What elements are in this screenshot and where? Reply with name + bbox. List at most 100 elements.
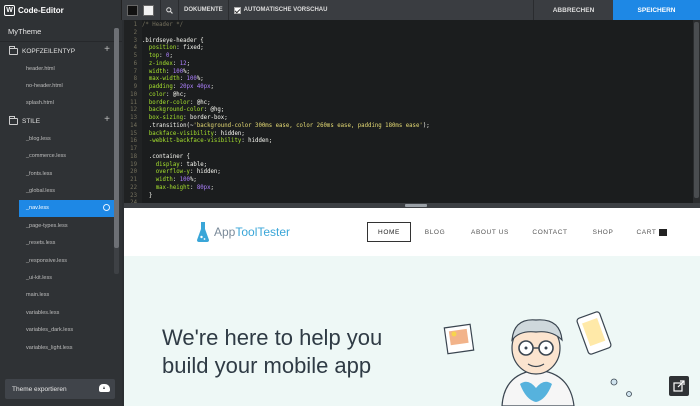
code-line[interactable]: 4 position: fixed; xyxy=(124,45,693,53)
sidebar-file-item[interactable]: variables_light.less xyxy=(0,339,122,356)
code-line[interactable]: 19 display: table; xyxy=(124,162,693,170)
add-file-icon[interactable]: + xyxy=(104,45,110,55)
sidebar-file-item[interactable]: no-header.html xyxy=(0,77,122,94)
code-line[interactable]: 16 -webkit-backface-visibility: hidden; xyxy=(124,138,693,146)
preview-nav-about[interactable]: ABOUT US xyxy=(467,222,513,242)
sidebar-section-1[interactable]: STILE + xyxy=(0,112,122,130)
code-editor[interactable]: 1/* Header */2 3 .birdseye-header {4 posit… xyxy=(124,20,693,203)
line-number: 22 xyxy=(130,184,137,191)
line-number: 18 xyxy=(130,153,137,160)
line-number: 14 xyxy=(130,122,137,129)
sidebar-file-item[interactable]: splash.html xyxy=(0,95,122,112)
sidebar-file-item[interactable]: _page-types.less xyxy=(0,217,122,234)
sidebar-section-label: STILE xyxy=(22,117,41,125)
preview-nav-shop[interactable]: SHOP xyxy=(588,222,618,242)
line-number: 8 xyxy=(133,76,137,83)
code-line[interactable]: 22 max-height: 80px; xyxy=(124,185,693,193)
sidebar-file-label: header.html xyxy=(26,65,55,72)
search-button[interactable] xyxy=(160,0,178,20)
brand: W Code-Editor xyxy=(0,0,122,20)
sidebar-file-label: splash.html xyxy=(26,100,54,107)
sidebar-scrollbar-thumb[interactable] xyxy=(114,28,119,248)
line-number: 3 xyxy=(133,37,137,44)
code-line[interactable]: 20 overflow-y: hidden; xyxy=(124,169,693,177)
sidebar-file-item[interactable]: main.less xyxy=(0,287,122,304)
sidebar-file-label: _blog.less xyxy=(26,135,51,142)
code-line[interactable]: 21 width: 100%; xyxy=(124,177,693,185)
save-button[interactable]: SPEICHERN xyxy=(613,0,700,20)
sidebar-file-item[interactable]: _resets.less xyxy=(0,235,122,252)
cancel-button[interactable]: ABBRECHEN xyxy=(533,0,613,20)
sidebar-section-0[interactable]: KOPFZEILENTYP + xyxy=(0,42,122,60)
file-sidebar: MyTheme KOPFZEILENTYP + header.html no-head… xyxy=(0,20,122,406)
code-text: } xyxy=(142,192,153,199)
code-line[interactable]: 13 box-sizing: border-box; xyxy=(124,115,693,123)
code-text: padding: 20px 40px; xyxy=(148,84,214,90)
code-line[interactable]: 18 .container { xyxy=(124,154,693,162)
sidebar-file-item[interactable]: _responsive.less xyxy=(0,252,122,269)
code-text: position: fixed; xyxy=(148,45,204,52)
documents-button[interactable]: DOKUMENTE xyxy=(178,0,228,20)
code-text: /* Header */ xyxy=(142,22,184,28)
picture-frame-icon xyxy=(443,323,475,355)
line-number: 11 xyxy=(130,99,137,106)
search-icon xyxy=(166,6,173,14)
line-number: 16 xyxy=(130,138,137,145)
gear-icon[interactable] xyxy=(103,203,110,211)
app-logo-icon: W xyxy=(4,4,15,16)
sidebar-file-label: _ui-kit.less xyxy=(26,274,52,281)
code-line[interactable]: 3 .birdseye-header { xyxy=(124,38,693,46)
sidebar-file-item[interactable]: _nav.less xyxy=(19,199,114,218)
auto-preview-toggle[interactable]: AUTOMATISCHE VORSCHAU xyxy=(227,0,333,20)
code-line[interactable]: 10 color: @hc; xyxy=(124,92,693,100)
sidebar-file-item[interactable]: variables.less xyxy=(0,304,122,321)
dark-color-swatch[interactable] xyxy=(127,4,138,16)
code-line[interactable]: 1 /* Header */ xyxy=(124,22,693,30)
sidebar-file-item[interactable]: _blog.less xyxy=(0,130,122,147)
code-line[interactable]: 6 z-index: 12; xyxy=(124,61,693,69)
sidebar-file-item[interactable]: _commerce.less xyxy=(0,148,122,165)
export-theme-button[interactable]: Theme exportieren xyxy=(5,379,115,399)
line-number: 10 xyxy=(130,91,137,98)
open-external-button[interactable] xyxy=(669,376,689,396)
add-file-icon[interactable]: + xyxy=(104,115,110,125)
preview-nav-cart[interactable]: CART xyxy=(634,222,670,242)
code-line[interactable]: 7 width: 100%; xyxy=(124,69,693,77)
sidebar-file-item[interactable]: _ui-kit.less xyxy=(0,269,122,286)
preview-logo[interactable]: AppToolTester xyxy=(214,225,290,239)
sidebar-file-item[interactable]: _fonts.less xyxy=(0,165,122,182)
auto-preview-checkbox[interactable] xyxy=(233,6,241,14)
sidebar-file-item[interactable]: header.html xyxy=(0,60,122,77)
code-line[interactable]: 14 .transition(~'background-color 300ms … xyxy=(124,123,693,131)
editor-scrollbar-thumb[interactable] xyxy=(694,22,699,198)
code-line[interactable]: 11 border-color: @hc; xyxy=(124,100,693,108)
code-line[interactable]: 9 padding: 20px 40px; xyxy=(124,84,693,92)
code-text: max-width: 100%; xyxy=(148,76,204,83)
code-line[interactable]: 5 top: 0; xyxy=(124,53,693,61)
line-number: 7 xyxy=(133,68,137,75)
code-line[interactable]: 23 } xyxy=(124,193,693,201)
code-line[interactable]: 17 xyxy=(124,146,693,154)
code-line[interactable]: 8 max-width: 100%; xyxy=(124,76,693,84)
line-number: 9 xyxy=(133,84,137,90)
code-editor-app: W Code-Editor DOKUMENTE AUTOMATISCHE VOR… xyxy=(0,0,700,406)
light-color-swatch[interactable] xyxy=(143,4,154,16)
sidebar-file-item[interactable]: _global.less xyxy=(0,182,122,199)
preview-nav-cart-label: CART xyxy=(636,228,657,236)
code-line[interactable]: 12 background-color: @hg; xyxy=(124,107,693,115)
export-theme-label: Theme exportieren xyxy=(12,385,67,393)
preview-nav-home[interactable]: HOME xyxy=(367,222,411,242)
sidebar-file-item[interactable]: variables_dark.less xyxy=(0,321,122,338)
preview-nav-contact[interactable]: CONTACT xyxy=(529,222,571,242)
code-text: -webkit-backface-visibility: hidden; xyxy=(148,138,273,145)
sidebar-file-label: _fonts.less xyxy=(26,170,53,177)
drag-grip-icon[interactable] xyxy=(405,204,427,207)
code-line[interactable]: 2 xyxy=(124,30,693,38)
code-line[interactable]: 15 backface-visibility: hidden; xyxy=(124,131,693,139)
preview-nav-blog[interactable]: BLOG xyxy=(420,222,450,242)
flask-logo-icon xyxy=(197,222,209,242)
code-content[interactable]: 1/* Header */2 3 .birdseye-header {4 posit… xyxy=(124,22,693,203)
line-number: 19 xyxy=(130,161,137,168)
code-text: width: 100%; xyxy=(155,177,197,183)
